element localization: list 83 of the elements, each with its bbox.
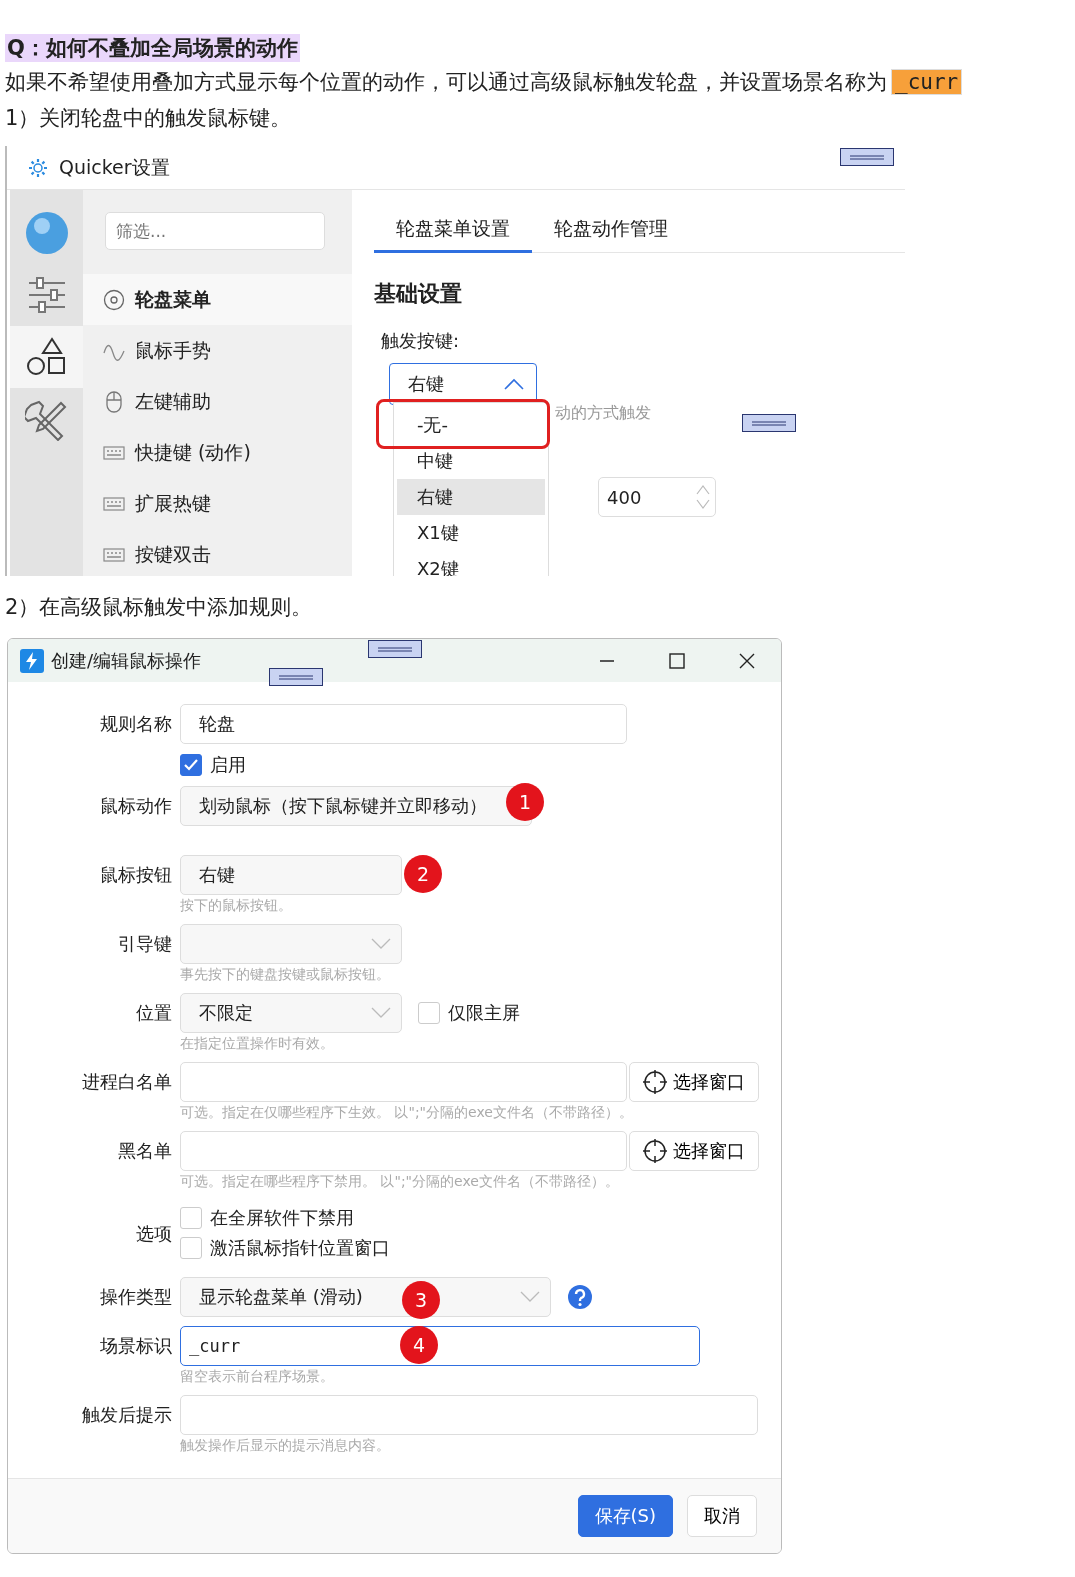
maximize-icon[interactable] [669,652,685,669]
dropdown-field[interactable]: 不限定 [180,993,402,1033]
hint-text: 动的方式触发 [555,403,651,424]
nav-item[interactable]: 轮盘菜单 [83,274,352,325]
field-label: 引导键 [118,933,172,954]
marker-icon [269,668,323,686]
dropdown-option[interactable]: 右键 [397,479,545,515]
close-icon[interactable] [739,652,755,669]
target-icon [103,288,125,311]
chevron-up-icon [504,378,524,390]
save-button[interactable]: 保存(S) [577,1495,673,1537]
field-label: 位置 [136,1002,172,1023]
checkbox[interactable] [418,1002,440,1024]
field-label: 进程白名单 [82,1071,172,1092]
text-field[interactable]: 轮盘 [180,704,627,744]
avatar [24,211,69,255]
field-label: 黑名单 [118,1140,172,1161]
settings-icon [27,156,49,179]
dropdown-option[interactable]: 中键 [397,443,545,479]
code-snippet: _curr [891,69,963,95]
nav-item[interactable]: 鼠标手势 [83,325,352,376]
number-field[interactable]: 400 [598,477,716,517]
select-window-button[interactable]: 选择窗口 [629,1131,759,1171]
field-label: 触发后提示 [82,1404,172,1425]
select-window-button[interactable]: 选择窗口 [629,1062,759,1102]
app-icon [20,648,44,673]
dropdown-field[interactable] [180,924,402,964]
nav-item[interactable]: 按键双击 [83,529,352,576]
field-label: 规则名称 [100,713,172,734]
chevron-down-icon [371,1007,391,1019]
hint-text: 事先按下的键盘按键或鼠标按钮。 [180,965,391,984]
cancel-button[interactable]: 取消 [687,1495,757,1537]
marker-icon [840,148,894,166]
dropdown-field[interactable]: 右键 [180,855,402,895]
checkbox-label: 激活鼠标指针位置窗口 [210,1236,390,1260]
checkbox[interactable] [180,754,202,776]
number-badge: 1 [506,783,544,821]
text-field[interactable] [180,1062,627,1102]
checkmark-icon [184,759,198,771]
filter-field[interactable]: 筛选... [105,212,325,250]
chevron-down-icon [520,1291,540,1303]
question-heading: Q：如何不叠加全局场景的动作 [5,34,300,62]
checkbox-label: 仅限主屏 [448,1001,520,1025]
step-text: 2）在高级鼠标触发中添加规则。 [5,594,314,621]
window-title: 创建/编辑鼠标操作 [51,648,202,673]
marker-icon [742,414,796,432]
intro-text: 如果不希望使用叠加方式显示每个位置的动作，可以通过高级鼠标触发轮盘，并设置场景名称为 [5,70,887,94]
nav-item[interactable]: 扩展热键 [83,478,352,529]
tab[interactable]: 轮盘动作管理 [554,210,668,252]
number-badge: 2 [404,855,442,893]
hint-text: 触发操作后显示的提示消息内容。 [180,1436,391,1455]
text-field[interactable] [180,1131,627,1171]
step-text: 1）关闭轮盘中的触发鼠标键。 [5,105,293,132]
checkbox-label: 在全屏软件下禁用 [210,1206,354,1230]
checkbox[interactable] [180,1237,202,1259]
hint-text: 留空表示前台程序场景。 [180,1367,335,1386]
chevron-down-icon [371,938,391,950]
mouse-icon [103,390,125,413]
tab[interactable]: 轮盘菜单设置 [374,210,532,253]
text-field[interactable] [180,1395,758,1435]
hint-text: 按下的鼠标按钮。 [180,896,293,915]
rail-tab[interactable] [10,326,83,388]
field-label: 操作类型 [100,1286,172,1307]
hint-text: 可选。指定在哪些程序下禁用。 以";"分隔的exe文件名（不带路径）。 [180,1172,620,1191]
marker-icon [368,640,422,658]
crosshair-icon [643,1139,667,1163]
help-icon[interactable] [567,1284,593,1310]
checkbox-label: 启用 [210,753,246,777]
checkbox[interactable] [180,1207,202,1229]
hint-text: 在指定位置操作时有效。 [180,1034,335,1053]
crosshair-icon [643,1070,667,1094]
field-label: 鼠标按钮 [100,864,172,885]
field-label: 选项 [136,1223,172,1244]
section-heading: 基础设置 [374,280,463,308]
nav-item[interactable]: 快捷键 (动作) [83,427,352,478]
field-label: 触发按键: [381,329,461,353]
hint-text: 可选。指定在仅哪些程序下生效。 以";"分隔的exe文件名（不带路径）。 [180,1103,634,1122]
field-label: 鼠标动作 [100,795,172,816]
dropdown-option[interactable]: -无- [397,407,545,443]
dropdown-option[interactable]: X1键 [397,515,545,551]
nav-item[interactable]: 左键辅助 [83,376,352,427]
window-title: Quicker设置 [59,154,170,180]
field-label: 场景标识 [100,1335,172,1356]
